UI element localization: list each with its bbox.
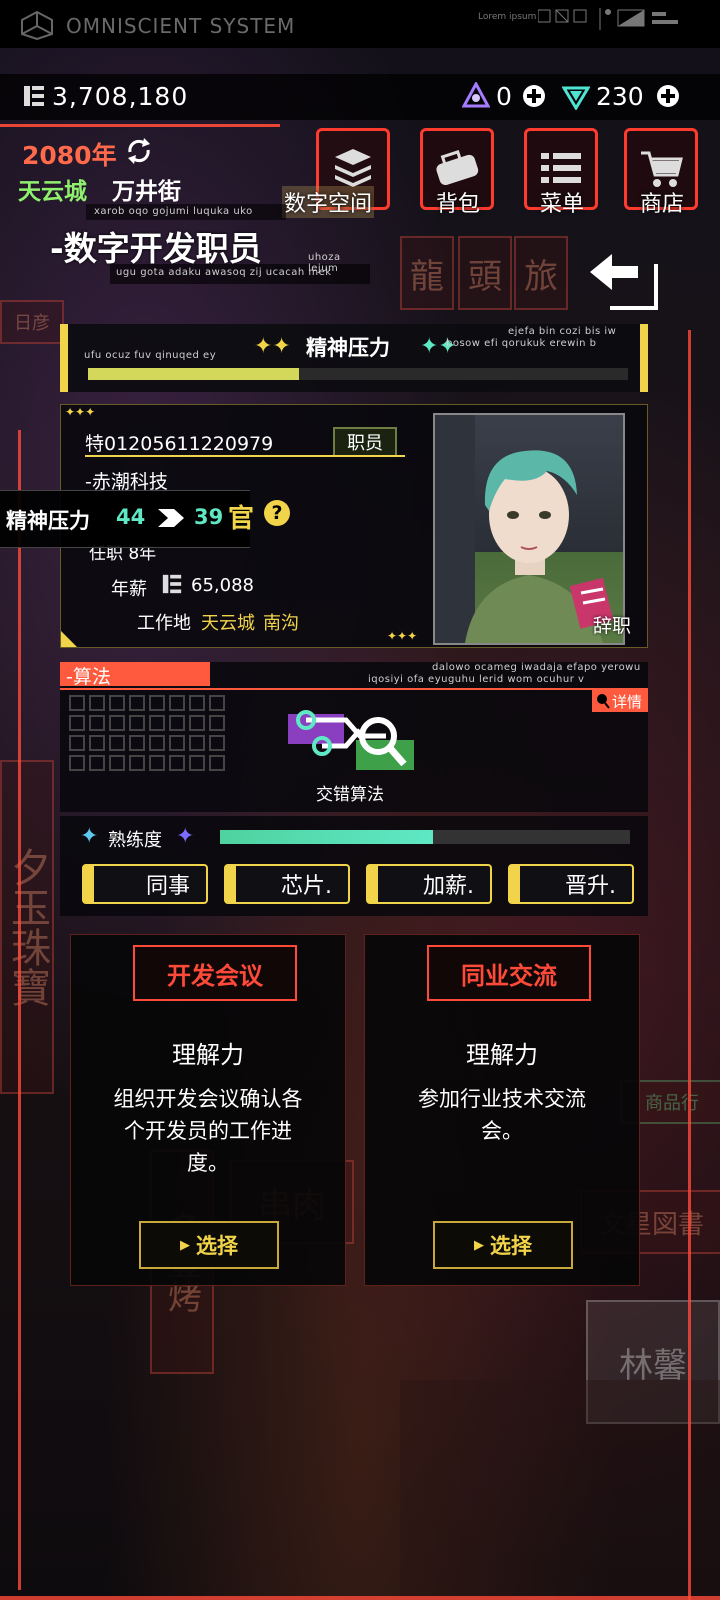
bag-label: 背包	[436, 192, 481, 217]
search-icon	[596, 693, 610, 713]
event-card-attribute: 理解力	[172, 1041, 244, 1069]
employee-id: 特01205611220979	[85, 433, 274, 455]
tab-raise-label: 加薪.	[423, 874, 474, 899]
menu-icon	[541, 151, 581, 191]
purple-gem-icon	[461, 80, 491, 114]
add-purple-gem-button[interactable]	[522, 84, 546, 112]
stress-bar-track	[88, 368, 628, 380]
proficiency-label: 熟练度	[108, 830, 162, 851]
stress-extra: 官	[228, 504, 255, 534]
interleave-algorithm-icon	[286, 706, 420, 780]
event-card-title: 同业交流	[427, 945, 591, 1001]
event-card-attribute: 理解力	[466, 1041, 538, 1069]
currency-icon	[22, 84, 46, 112]
job-title-block: xarob oqo gojumi luquka uko -数字开发职员 ugu …	[50, 204, 370, 294]
role-badge: 职员	[333, 427, 397, 457]
menu-label: 菜单	[540, 192, 585, 217]
job-tag-bottom: ugu gota adaku awasoq zij ucacah mek	[116, 267, 332, 278]
help-button[interactable]: ?	[264, 500, 290, 526]
arrow-right-icon	[158, 509, 184, 531]
play-icon: ▶	[474, 1237, 484, 1253]
algorithm-panel: -算法 dalowo ocameg iwadaja efapo yerowu i…	[60, 662, 648, 812]
event-card-title: 开发会议	[133, 945, 297, 1001]
select-button[interactable]: ▶ 选择	[139, 1221, 279, 1269]
tab-coworkers-label: 同事	[145, 874, 190, 899]
refresh-icon[interactable]	[124, 136, 154, 170]
tab-chips-label: 芯片.	[281, 874, 332, 899]
tab-promotion[interactable]: 晋升.	[508, 864, 634, 904]
job-tag-right: uhoza lejum	[308, 252, 341, 274]
select-button-label: 选择	[196, 1234, 238, 1258]
year-label: 2080年	[22, 141, 117, 170]
system-lorem: Lorem ipsum	[478, 12, 537, 22]
currency-value: 3,708,180	[52, 82, 189, 111]
select-button[interactable]: ▶ 选择	[433, 1221, 573, 1269]
window-icons	[537, 8, 708, 34]
stress-to: 39	[194, 505, 224, 529]
algorithm-tag-2: iqosiyi ofa eyuguhu lerid wom ocuhur v	[368, 674, 585, 685]
star-marks: ✦✦✦	[65, 405, 96, 419]
shop-label: 商店	[640, 192, 685, 217]
stress-from: 44	[116, 505, 146, 529]
stress-tag-left: ufu ocuz fuv qinuqed ey	[84, 350, 217, 361]
stress-bar-fill	[88, 368, 299, 380]
system-bar: OMNISCIENT SYSTEM Lorem ipsum	[0, 0, 720, 48]
stress-tag-right-2: bosow efi qorukuk erewin b	[446, 338, 597, 349]
play-icon: ▶	[180, 1237, 190, 1253]
salary-label: 年薪	[111, 579, 147, 600]
add-cyan-gem-button[interactable]	[656, 84, 680, 112]
event-card-description: 参加行业技术交流会。	[418, 1087, 586, 1143]
tab-chips[interactable]: 芯片.	[224, 864, 350, 904]
resign-label: 辞职	[593, 615, 632, 637]
stress-change-label: 精神压力	[6, 509, 90, 533]
street-name: 万井街	[112, 179, 181, 205]
cyan-gem-count: 230	[596, 82, 644, 111]
proficiency-bar-track	[220, 830, 630, 844]
event-card-title-text: 同业交流	[461, 961, 557, 990]
algorithm-name: 交错算法	[316, 785, 384, 805]
detail-label: 详情	[612, 693, 643, 711]
proficiency-bar-fill	[220, 830, 434, 844]
salary-value: 65,088	[191, 575, 254, 596]
bag-icon	[433, 147, 481, 191]
sparkle-cyan-icon: ✦	[80, 824, 99, 849]
event-card-dev-meeting: 开发会议 理解力 组织开发会议确认各个开发员的工作进度。 ▶ 选择	[70, 934, 346, 1286]
frame-right-line	[688, 330, 691, 1600]
workplace-label: 工作地	[137, 613, 191, 634]
tab-coworkers[interactable]: 同事	[82, 864, 208, 904]
stress-tag-right-1: ejefa bin cozi bis iw	[508, 326, 617, 337]
frame-left-line	[18, 430, 21, 1590]
stress-panel: ✦✦ 精神压力 ✦✦ ufu ocuz fuv qinuqed ey ejefa…	[60, 324, 648, 392]
star-marks-bottom: ✦✦✦	[387, 629, 418, 643]
tab-promotion-label: 晋升.	[565, 874, 616, 899]
sparkle-icon: ✦✦	[254, 334, 291, 359]
job-tag-top: xarob oqo gojumi luquka uko	[94, 206, 253, 217]
job-title: -数字开发职员	[50, 229, 262, 268]
stress-title: 精神压力	[306, 336, 390, 360]
salary-currency-icon	[161, 573, 183, 599]
algorithm-tag-1: dalowo ocameg iwadaja efapo yerowu	[432, 662, 641, 673]
cyan-gem-icon	[561, 82, 591, 114]
grid-decoration	[68, 694, 228, 778]
purple-gem-count: 0	[496, 82, 512, 111]
tab-raise[interactable]: 加薪.	[366, 864, 492, 904]
event-card-description: 组织开发会议确认各个开发员的工作进度。	[113, 1087, 303, 1175]
back-arrow-button[interactable]	[586, 250, 666, 318]
frame-top-line	[0, 124, 280, 127]
city-name: 天云城	[18, 179, 87, 205]
workplace-city: 天云城	[201, 613, 255, 634]
sparkle-purple-icon: ✦	[176, 824, 195, 849]
workplace-area: 南沟	[263, 613, 299, 634]
system-logo-icon	[20, 10, 54, 44]
frame-bottom-line	[0, 1596, 720, 1600]
resign-button[interactable]: 辞职	[561, 577, 631, 637]
algorithm-header-label: -算法	[66, 666, 111, 688]
system-title: OMNISCIENT SYSTEM	[66, 14, 296, 38]
resource-bar: 3,708,180 0 230	[0, 74, 720, 120]
event-card-title-text: 开发会议	[167, 961, 263, 990]
detail-button[interactable]: 详情	[592, 690, 648, 712]
stress-change-bar: 精神压力 44 39	[0, 490, 250, 548]
select-button-label: 选择	[490, 1234, 532, 1258]
event-card-industry-exchange: 同业交流 理解力 参加行业技术交流会。 ▶ 选择	[364, 934, 640, 1286]
